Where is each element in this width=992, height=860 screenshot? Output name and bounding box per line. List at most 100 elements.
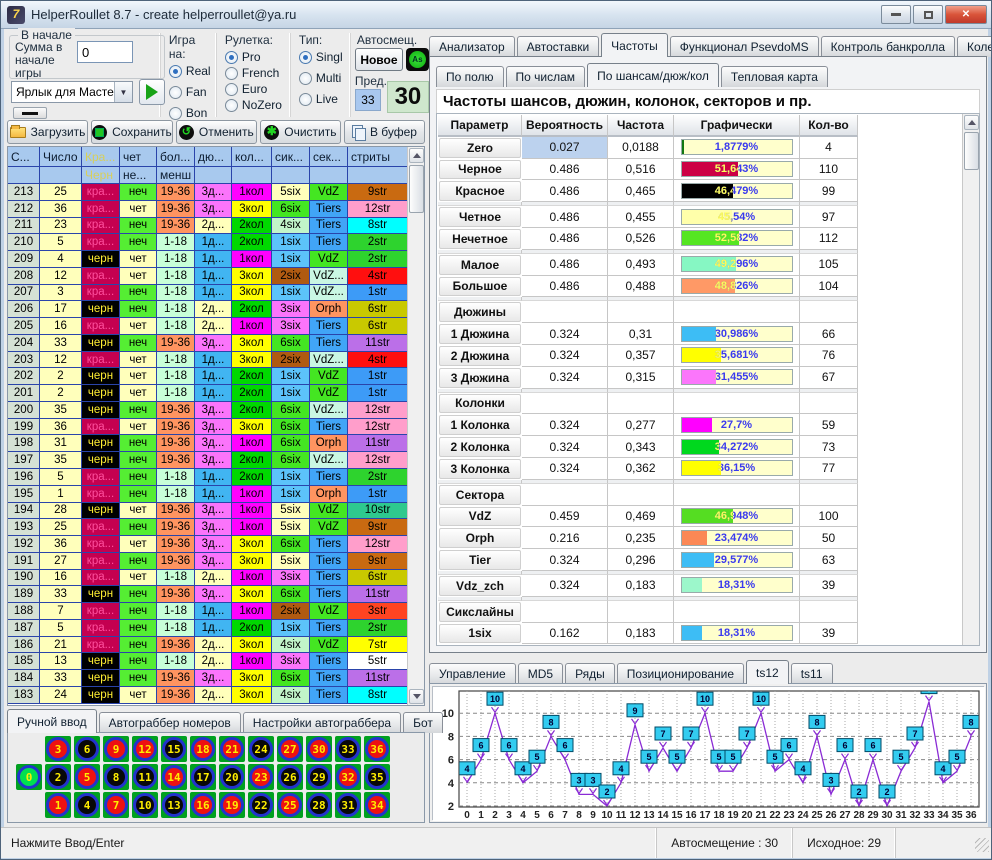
autoshift-toggle-button[interactable]: As — [406, 48, 429, 71]
spins-row[interactable]: 21325кра...неч19-363д...1кол5sixVdZ9str — [8, 184, 407, 201]
roulette-number-13[interactable]: 13 — [161, 792, 187, 818]
spins-row[interactable]: 18621кра...неч19-362д...3кол4sixVdZ7str — [8, 637, 407, 654]
roulette-number-21[interactable]: 21 — [219, 736, 245, 762]
roulette-number-19[interactable]: 19 — [219, 792, 245, 818]
roulette-number-15[interactable]: 15 — [161, 736, 187, 762]
spins-row[interactable]: 2073кра...неч1-181д...3кол1sixVdZ...1str — [8, 285, 407, 302]
загрузить-button[interactable]: Загрузить — [7, 120, 88, 144]
roulette-number-9[interactable]: 9 — [103, 736, 129, 762]
main-tab-3[interactable]: Частоты — [601, 33, 668, 57]
bottom-tab-2[interactable]: MD5 — [518, 663, 563, 684]
main-tab-1[interactable]: Анализатор — [429, 36, 515, 57]
spins-row[interactable]: 20617черннеч1-182д...2кол3sixOrph6str — [8, 301, 407, 318]
roulette-number-16[interactable]: 16 — [190, 792, 216, 818]
roulette-number-0[interactable]: 0 — [16, 764, 42, 790]
в буфер-button[interactable]: В буфер — [344, 120, 425, 144]
main-tab-5[interactable]: Контроль банкролла — [821, 36, 955, 57]
roulette-number-11[interactable]: 11 — [132, 764, 158, 790]
roulette-number-4[interactable]: 4 — [74, 792, 100, 818]
preset-combobox[interactable]: Ярлык для Мастер ▼ — [11, 81, 133, 103]
bottom-tab-5[interactable]: ts12 — [746, 660, 789, 684]
spins-row[interactable]: 19016кра...чет1-182д...1кол3sixTiers6str — [8, 570, 407, 587]
start-sum-input[interactable] — [77, 41, 133, 63]
scroll-thumb[interactable] — [964, 132, 979, 170]
roulette-number-30[interactable]: 30 — [306, 736, 332, 762]
spins-row[interactable]: 1875кра...неч1-181д...2кол1sixTiers2str — [8, 620, 407, 637]
freq-tab-4[interactable]: Тепловая карта — [721, 66, 828, 87]
roulette-number-27[interactable]: 27 — [277, 736, 303, 762]
roulette-number-33[interactable]: 33 — [335, 736, 361, 762]
roulette-number-34[interactable]: 34 — [364, 792, 390, 818]
scroll-down-icon[interactable] — [409, 689, 424, 704]
spins-row[interactable]: 20516кра...чет1-182д...1кол3sixTiers6str — [8, 318, 407, 335]
spins-row[interactable]: 19236кра...чет19-363д...3кол6sixTiers12s… — [8, 536, 407, 553]
spins-row[interactable]: 2022чернчет1-181д...2кол1sixVdZ1str — [8, 368, 407, 385]
scroll-thumb[interactable] — [409, 165, 424, 213]
spins-row[interactable]: 19936кра...чет19-363д...3кол6sixTiers12s… — [8, 419, 407, 436]
roulette-number-28[interactable]: 28 — [306, 792, 332, 818]
spins-row[interactable]: 19735черннеч19-363д...2кол6sixVdZ...12st… — [8, 452, 407, 469]
main-tab-2[interactable]: Автоставки — [517, 36, 600, 57]
main-tab-6[interactable]: Колесо рулет — [957, 36, 992, 57]
new-button[interactable]: Новое — [355, 48, 403, 71]
spins-row[interactable]: 18324чернчет19-362д...3кол4sixTiers8str — [8, 687, 407, 704]
roulette-number-29[interactable]: 29 — [306, 764, 332, 790]
input-tab-2[interactable]: Автограббер номеров — [99, 712, 241, 733]
resize-grip[interactable] — [975, 838, 989, 852]
radio-option-multi[interactable]: Multi — [299, 71, 346, 85]
roulette-number-25[interactable]: 25 — [277, 792, 303, 818]
bottom-tab-1[interactable]: Управление — [429, 663, 516, 684]
roulette-number-26[interactable]: 26 — [277, 764, 303, 790]
spins-row[interactable]: 19831черннеч19-363д...1кол6sixOrph11str — [8, 435, 407, 452]
roulette-number-22[interactable]: 22 — [248, 792, 274, 818]
roulette-number-3[interactable]: 3 — [45, 736, 71, 762]
roulette-number-35[interactable]: 35 — [364, 764, 390, 790]
spins-scrollbar[interactable] — [407, 147, 424, 705]
roulette-number-5[interactable]: 5 — [74, 764, 100, 790]
spins-row[interactable]: 21236кра...чет19-363д...3кол6sixTiers12s… — [8, 201, 407, 218]
roulette-number-31[interactable]: 31 — [335, 792, 361, 818]
close-button[interactable]: ✕ — [945, 5, 987, 24]
spins-row[interactable]: 20312кра...чет1-181д...3кол2sixVdZ...4st… — [8, 352, 407, 369]
freq-tab-3[interactable]: По шансам/дюж/кол — [587, 63, 719, 87]
roulette-number-8[interactable]: 8 — [103, 764, 129, 790]
spins-row[interactable]: 20035черннеч19-363д...2кол6sixVdZ...12st… — [8, 402, 407, 419]
spins-row[interactable]: 18933черннеч19-363д...3кол6sixTiers11str — [8, 586, 407, 603]
roulette-number-1[interactable]: 1 — [45, 792, 71, 818]
scroll-up-icon[interactable] — [964, 115, 979, 130]
main-tab-4[interactable]: Функционал PsevdoMS — [670, 36, 819, 57]
spins-row[interactable]: 19325кра...неч19-363д...1кол5sixVdZ9str — [8, 519, 407, 536]
radio-option-real[interactable]: Real — [169, 64, 212, 78]
collapse-button[interactable] — [13, 107, 47, 119]
roulette-number-7[interactable]: 7 — [103, 792, 129, 818]
radio-option-singl[interactable]: Singl — [299, 50, 346, 64]
spins-row[interactable]: 2012чернчет1-181д...2кол1sixVdZ1str — [8, 385, 407, 402]
spins-row[interactable]: 18513черннеч1-182д...1кол3sixTiers5str — [8, 653, 407, 670]
minimize-button[interactable] — [881, 5, 911, 24]
radio-option-bon[interactable]: Bon — [169, 106, 212, 120]
spins-row[interactable]: 1965кра...неч1-181д...2кол1sixTiers2str — [8, 469, 407, 486]
scroll-up-icon[interactable] — [409, 148, 424, 163]
bottom-tab-4[interactable]: Позиционирование — [617, 663, 744, 684]
spins-row[interactable]: 21123кра...неч19-362д...2кол4sixTiers8st… — [8, 218, 407, 235]
spins-row[interactable]: 2105кра...неч1-181д...2кол1sixTiers2str — [8, 234, 407, 251]
roulette-number-18[interactable]: 18 — [190, 736, 216, 762]
input-tab-3[interactable]: Настройки автограббера — [243, 712, 401, 733]
maximize-button[interactable] — [913, 5, 943, 24]
spins-row[interactable]: 1951кра...неч1-181д...1кол1sixOrph1str — [8, 486, 407, 503]
radio-option-euro[interactable]: Euro — [225, 82, 286, 96]
bottom-tab-6[interactable]: ts11 — [791, 663, 833, 684]
radio-option-nozero[interactable]: NoZero — [225, 98, 286, 112]
radio-option-french[interactable]: French — [225, 66, 286, 80]
roulette-number-20[interactable]: 20 — [219, 764, 245, 790]
chevron-down-icon[interactable]: ▼ — [114, 82, 132, 102]
bottom-tab-3[interactable]: Ряды — [565, 663, 615, 684]
spins-row[interactable]: 1887кра...неч1-181д...1кол2sixVdZ3str — [8, 603, 407, 620]
roulette-number-36[interactable]: 36 — [364, 736, 390, 762]
freq-scrollbar[interactable] — [962, 114, 979, 645]
freq-tab-2[interactable]: По числам — [506, 66, 586, 87]
spins-row[interactable]: 20433черннеч19-363д...3кол6sixTiers11str — [8, 335, 407, 352]
roulette-number-17[interactable]: 17 — [190, 764, 216, 790]
radio-option-fan[interactable]: Fan — [169, 85, 212, 99]
input-tab-4[interactable]: Бот — [403, 712, 443, 733]
